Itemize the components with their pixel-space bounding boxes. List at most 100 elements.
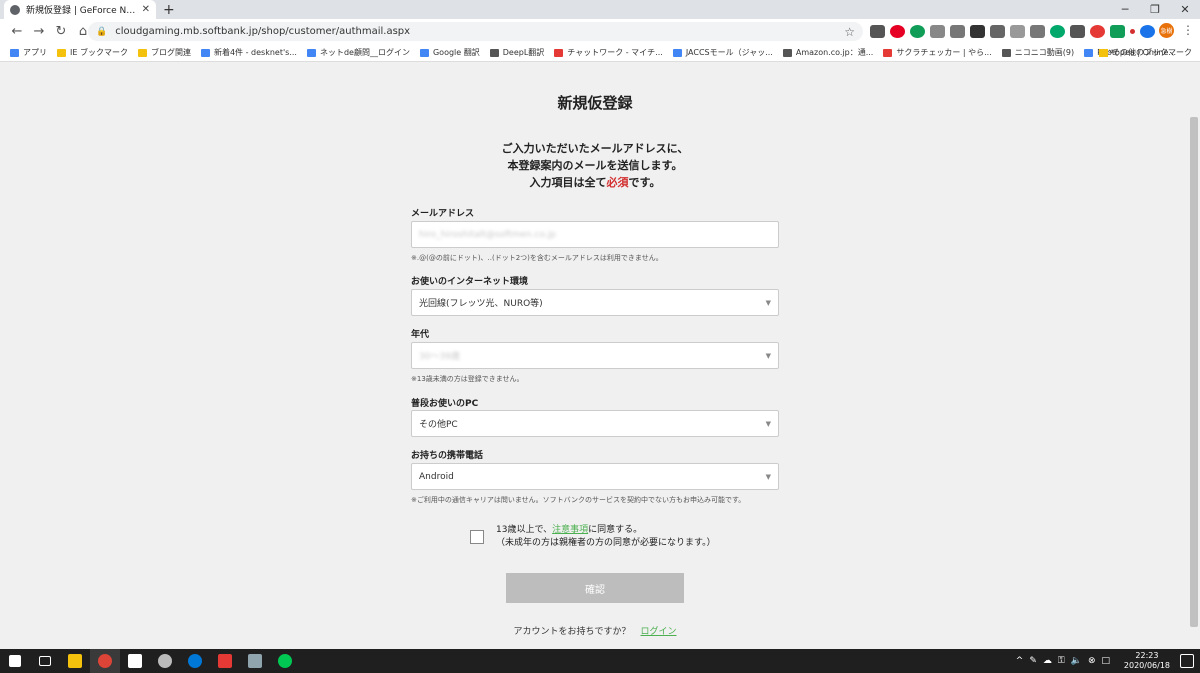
extension-icon[interactable]	[910, 25, 925, 38]
browser-tab[interactable]: 新規仮登録 | GeForce NOW Pow... ✕	[4, 0, 156, 19]
extension-icon[interactable]	[1130, 29, 1135, 34]
ime-icon[interactable]: □	[1101, 656, 1110, 666]
reload-icon[interactable]: ↻	[50, 24, 72, 39]
lock-icon[interactable]: 🔒	[96, 27, 107, 37]
pen-icon[interactable]: ✎	[1029, 656, 1037, 666]
chatwork-icon	[554, 48, 564, 57]
confirm-button[interactable]: 確認	[506, 573, 684, 603]
page-scrollbar[interactable]	[1188, 62, 1200, 649]
email-field[interactable]: hiro_hiroshitalt@softmen.co.jp	[411, 221, 779, 248]
taskbar-clock[interactable]: 22:23 2020/06/18	[1124, 651, 1170, 671]
page-content: 新規仮登録 ご入力いただいたメールアドレスに、 本登録案内のメールを送信します。…	[0, 62, 1200, 649]
folder-icon	[137, 48, 147, 57]
deepl-icon	[489, 48, 499, 57]
profile-avatar[interactable]: 急樹	[1159, 23, 1174, 38]
bookmark-item[interactable]: Amazon.co.jp：通...	[782, 47, 873, 58]
site-icon	[306, 48, 316, 57]
email-label: メールアドレス	[411, 209, 475, 219]
dropdown-arrow-icon: ▼	[765, 419, 771, 428]
notification-icon[interactable]	[1180, 654, 1194, 668]
age-select[interactable]: 30〜39歳 ▼	[411, 342, 779, 369]
phone-select[interactable]: Android ▼	[411, 463, 779, 490]
extension-icon[interactable]	[1050, 25, 1065, 38]
pc-value: その他PC	[419, 420, 458, 430]
dropdown-arrow-icon: ▼	[765, 472, 771, 481]
bookmark-item[interactable]: チャットワーク - マイチ...	[554, 47, 663, 58]
agree-checkbox[interactable]	[470, 530, 484, 544]
apps-icon	[10, 48, 19, 57]
intro-text: ご入力いただいたメールアドレスに、 本登録案内のメールを送信します。 入力項目は…	[501, 142, 689, 189]
bookmark-item[interactable]: Google 翻訳	[419, 47, 480, 58]
agree-section: 13歳以上で、注意事項に同意する。 （未成年の方は親権者の方の同意が必要になりま…	[470, 524, 716, 550]
terms-link[interactable]: 注意事項	[552, 525, 588, 535]
phone-value: Android	[419, 471, 454, 482]
close-tab-icon[interactable]: ✕	[142, 4, 150, 15]
back-icon[interactable]: ←	[6, 24, 28, 39]
tab-title: 新規仮登録 | GeForce NOW Pow...	[26, 6, 138, 16]
bookmark-item[interactable]: 新着4件 - desknet's...	[200, 47, 297, 58]
bookmark-item[interactable]: サクラチェッカー | やら...	[883, 47, 992, 58]
pinterest-icon[interactable]	[890, 25, 905, 38]
extension-icon[interactable]	[1030, 25, 1045, 38]
chevron-up-icon[interactable]: ^	[1016, 656, 1024, 666]
google-translate-icon	[419, 48, 429, 57]
email-value: hiro_hiroshitalt@softmen.co.jp	[419, 229, 556, 240]
extension-icon[interactable]	[1110, 25, 1125, 38]
maximize-icon[interactable]: ❐	[1140, 3, 1170, 16]
internet-label: お使いのインターネット環境	[411, 277, 529, 287]
app-icon[interactable]	[150, 649, 180, 673]
taskbar: ^ ✎ ☁ ⚿ 🔈 ⊗ □ 22:23 2020/06/18	[0, 649, 1200, 673]
amazon-icon	[782, 48, 792, 57]
forward-icon[interactable]: →	[28, 24, 50, 39]
close-window-icon[interactable]: ✕	[1170, 3, 1200, 16]
app-icon[interactable]	[240, 649, 270, 673]
bookmark-item[interactable]: DeepL翻訳	[489, 47, 544, 58]
scrollbar-thumb[interactable]	[1190, 117, 1198, 627]
bookmark-item[interactable]: IE ブックマーク	[57, 47, 128, 58]
extension-icon[interactable]	[990, 25, 1005, 38]
file-explorer-icon[interactable]	[60, 649, 90, 673]
new-tab-icon[interactable]: +	[163, 2, 175, 18]
cloud-icon[interactable]: ☁	[1043, 656, 1052, 666]
extension-icon[interactable]	[870, 25, 885, 38]
geforce-now-icon[interactable]	[270, 649, 300, 673]
internet-select[interactable]: 光回線(フレッツ光、NURO等) ▼	[411, 289, 779, 316]
pc-label: 普段お使いのPC	[411, 399, 479, 409]
photopea-icon	[1084, 48, 1094, 57]
bookmarks-bar: アプリ IE ブックマーク ブログ関連 新着4件 - desknet's... …	[0, 44, 1200, 62]
extension-icon[interactable]	[1140, 25, 1155, 38]
internet-value: 光回線(フレッツ光、NURO等)	[419, 299, 543, 309]
extension-icon[interactable]	[1010, 25, 1025, 38]
bookmark-item[interactable]: ニコニコ動画(9)	[1001, 47, 1074, 58]
task-view-icon[interactable]	[30, 649, 60, 673]
desknets-icon	[200, 48, 210, 57]
bookmark-star-icon[interactable]: ☆	[844, 25, 855, 39]
app-icon[interactable]	[210, 649, 240, 673]
browser-toolbar: ← → ↻ ⌂ 🔒 cloudgaming.mb.softbank.jp/sho…	[0, 19, 1200, 44]
bookmark-item[interactable]: ブログ関連	[137, 47, 191, 58]
volume-icon[interactable]: 🔈	[1071, 656, 1082, 666]
extension-icon[interactable]	[1070, 25, 1085, 38]
address-bar[interactable]: 🔒 cloudgaming.mb.softbank.jp/shop/custom…	[88, 22, 863, 41]
phone-note: ※ご利用中の通信キャリアは問いません。ソフトバンクのサービスを契約中でない方もお…	[411, 496, 746, 504]
download-icon[interactable]	[950, 25, 965, 38]
extension-icon[interactable]	[930, 25, 945, 38]
minimize-icon[interactable]: ─	[1110, 3, 1140, 16]
extension-icon[interactable]	[970, 25, 985, 38]
folder-icon	[1099, 48, 1108, 57]
chrome-icon[interactable]	[90, 649, 120, 673]
bookmark-item[interactable]: アプリ	[10, 47, 47, 58]
other-bookmarks[interactable]: その他のブックマーク	[1099, 47, 1192, 58]
network-icon[interactable]: ⚿	[1058, 656, 1065, 666]
windows-start-icon[interactable]	[0, 649, 30, 673]
bookmark-item[interactable]: JACCSモール（ジャッ...	[672, 47, 773, 58]
login-link[interactable]: ログイン	[641, 627, 677, 637]
pc-select[interactable]: その他PC ▼	[411, 410, 779, 437]
edge-icon[interactable]	[180, 649, 210, 673]
bookmark-item[interactable]: ネットde顧問__ログイン	[306, 47, 410, 58]
age-note: ※13歳未満の方は登録できません。	[411, 375, 524, 383]
app-icon[interactable]	[120, 649, 150, 673]
browser-menu-icon[interactable]: ⋮	[1182, 23, 1194, 37]
extension-icon[interactable]	[1090, 25, 1105, 38]
status-icon[interactable]: ⊗	[1088, 656, 1096, 666]
